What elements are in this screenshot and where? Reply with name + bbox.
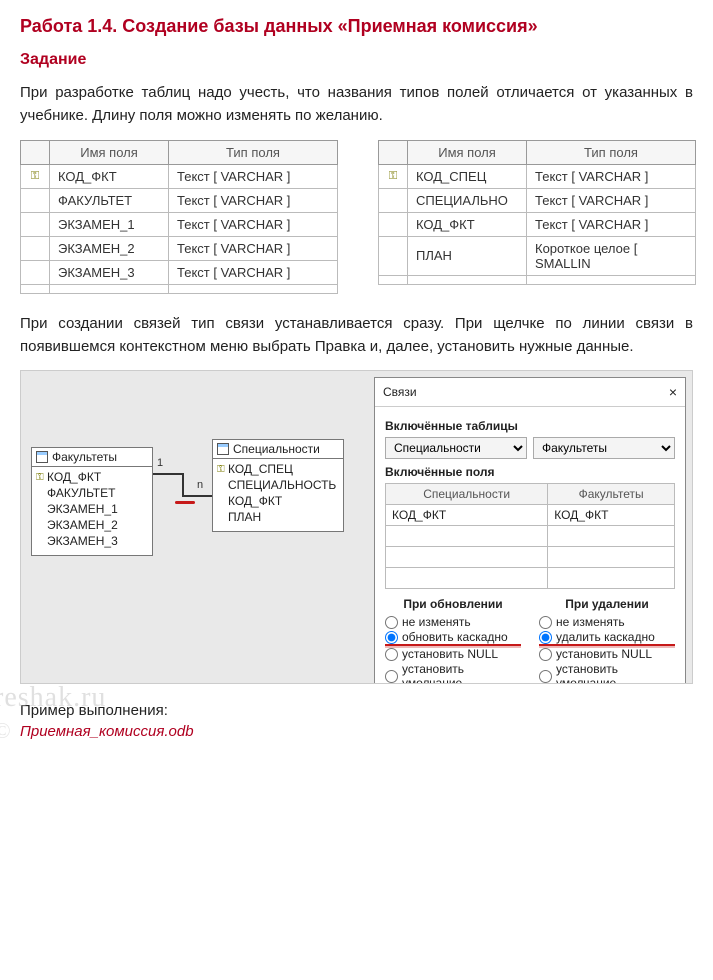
- field-type[interactable]: Текст [ VARCHAR ]: [527, 164, 696, 188]
- table-faculties-design: Имя поля Тип поля ⚿КОД_ФКТТекст [ VARCHA…: [20, 140, 338, 294]
- entity-field: КОД_ФКТ: [47, 470, 101, 484]
- field-name[interactable]: КОД_СПЕЦ: [408, 164, 527, 188]
- field-name[interactable]: ЭКЗАМЕН_1: [50, 212, 169, 236]
- field-name[interactable]: КОД_ФКТ: [50, 164, 169, 188]
- entity-field: КОД_ФКТ: [228, 494, 282, 508]
- field-type[interactable]: Короткое целое [ SMALLIN: [527, 236, 696, 275]
- field-cell[interactable]: КОД_ФКТ: [386, 505, 548, 526]
- relations-dialog: Связи × Включённые таблицы Специальности…: [374, 377, 686, 684]
- fields-col-right: Факультеты: [548, 484, 675, 505]
- on-update-heading: При обновлении: [385, 597, 521, 611]
- paragraph-1: При разработке таблиц надо учесть, что н…: [20, 81, 693, 128]
- on-delete-heading: При удалении: [539, 597, 675, 611]
- entity-field: КОД_СПЕЦ: [228, 462, 293, 476]
- col-name: Имя поля: [408, 140, 527, 164]
- highlight-mark: [175, 501, 195, 504]
- entity-field: ЭКЗАМЕН_2: [47, 518, 118, 532]
- combo-table-right[interactable]: Факультеты: [533, 437, 675, 459]
- paragraph-2: При создании связей тип связи устанавлив…: [20, 312, 693, 359]
- col-key: [21, 140, 50, 164]
- included-fields-table: Специальности Факультеты КОД_ФКТ КОД_ФКТ: [385, 483, 675, 589]
- entity-title: Специальности: [233, 442, 320, 456]
- key-icon: ⚿: [379, 164, 408, 188]
- field-type[interactable]: Текст [ VARCHAR ]: [169, 260, 338, 284]
- cardinality-one: 1: [157, 457, 163, 469]
- radio-set-default[interactable]: установить умолчание: [539, 662, 675, 684]
- radio-set-default[interactable]: установить умолчание: [385, 662, 521, 684]
- field-name[interactable]: ПЛАН: [408, 236, 527, 275]
- col-type: Тип поля: [169, 140, 338, 164]
- relation-line[interactable]: [153, 473, 183, 475]
- key-icon: ⚿: [21, 164, 50, 188]
- radio-no-change[interactable]: не изменять: [385, 615, 521, 629]
- section-included-fields: Включённые поля: [385, 465, 675, 479]
- section-heading: Задание: [20, 51, 693, 69]
- on-update-group: При обновлении не изменять обновить каск…: [385, 597, 521, 684]
- field-type[interactable]: Текст [ VARCHAR ]: [169, 164, 338, 188]
- table-icon: [217, 443, 229, 455]
- field-type[interactable]: Текст [ VARCHAR ]: [169, 236, 338, 260]
- field-name[interactable]: ЭКЗАМЕН_3: [50, 260, 169, 284]
- example-label: Пример выполнения:: [20, 702, 693, 719]
- field-cell[interactable]: КОД_ФКТ: [548, 505, 675, 526]
- relation-line[interactable]: [182, 495, 212, 497]
- col-name: Имя поля: [50, 140, 169, 164]
- fields-col-left: Специальности: [386, 484, 548, 505]
- table-icon: [36, 451, 48, 463]
- col-type: Тип поля: [527, 140, 696, 164]
- field-type[interactable]: Текст [ VARCHAR ]: [527, 188, 696, 212]
- example-file-link[interactable]: Приемная_комиссия.odb: [20, 723, 194, 740]
- combo-table-left[interactable]: Специальности: [385, 437, 527, 459]
- field-type[interactable]: Текст [ VARCHAR ]: [169, 212, 338, 236]
- entity-field: ФАКУЛЬТЕТ: [47, 486, 115, 500]
- field-name[interactable]: ЭКЗАМЕН_2: [50, 236, 169, 260]
- on-delete-group: При удалении не изменять удалить каскадн…: [539, 597, 675, 684]
- field-name[interactable]: ФАКУЛЬТЕТ: [50, 188, 169, 212]
- entity-field: ЭКЗАМЕН_3: [47, 534, 118, 548]
- field-tables-row: Имя поля Тип поля ⚿КОД_ФКТТекст [ VARCHA…: [20, 140, 693, 294]
- field-type[interactable]: Текст [ VARCHAR ]: [169, 188, 338, 212]
- cardinality-many: n: [197, 479, 203, 491]
- entity-field: СПЕЦИАЛЬНОСТЬ: [228, 478, 336, 492]
- radio-delete-cascade[interactable]: удалить каскадно: [539, 630, 675, 646]
- entity-field: ПЛАН: [228, 510, 261, 524]
- radio-set-null[interactable]: установить NULL: [539, 647, 675, 661]
- field-name[interactable]: КОД_ФКТ: [408, 212, 527, 236]
- section-included-tables: Включённые таблицы: [385, 419, 675, 433]
- close-icon[interactable]: ×: [669, 384, 677, 400]
- entity-field: ЭКЗАМЕН_1: [47, 502, 118, 516]
- entity-specialties[interactable]: Специальности ⚿КОД_СПЕЦ СПЕЦИАЛЬНОСТЬ КО…: [212, 439, 344, 532]
- page-title: Работа 1.4. Создание базы данных «Приемн…: [20, 16, 693, 37]
- radio-no-change[interactable]: не изменять: [539, 615, 675, 629]
- entity-faculties[interactable]: Факультеты ⚿КОД_ФКТ ФАКУЛЬТЕТ ЭКЗАМЕН_1 …: [31, 447, 153, 556]
- radio-set-null[interactable]: установить NULL: [385, 647, 521, 661]
- radio-update-cascade[interactable]: обновить каскадно: [385, 630, 521, 646]
- table-specialties-design: Имя поля Тип поля ⚿КОД_СПЕЦТекст [ VARCH…: [378, 140, 696, 294]
- entity-title: Факультеты: [52, 450, 117, 464]
- relations-screenshot: Факультеты ⚿КОД_ФКТ ФАКУЛЬТЕТ ЭКЗАМЕН_1 …: [20, 370, 693, 684]
- field-name[interactable]: СПЕЦИАЛЬНО: [408, 188, 527, 212]
- dialog-title: Связи: [383, 385, 417, 399]
- key-icon: ⚿: [217, 464, 225, 475]
- relation-line[interactable]: [182, 473, 184, 495]
- key-icon: ⚿: [36, 472, 44, 483]
- col-key: [379, 140, 408, 164]
- field-type[interactable]: Текст [ VARCHAR ]: [527, 212, 696, 236]
- relations-diagram: Факультеты ⚿КОД_ФКТ ФАКУЛЬТЕТ ЭКЗАМЕН_1 …: [27, 377, 368, 677]
